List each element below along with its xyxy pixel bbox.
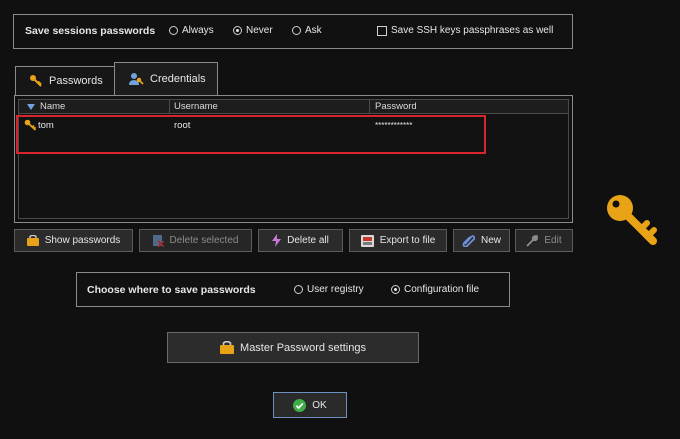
delete-all-button[interactable]: Delete all	[258, 229, 343, 252]
check-circle-icon	[293, 398, 307, 412]
tab-credentials-label: Credentials	[150, 73, 206, 85]
export-to-file-label: Export to file	[379, 235, 436, 246]
radio-ask-circle[interactable]	[292, 26, 301, 35]
delete-selected-icon	[152, 234, 164, 247]
save-sessions-group: Save sessions passwords Always Never Ask…	[13, 14, 573, 49]
radio-always-label: Always	[182, 25, 214, 36]
lock-icon	[26, 235, 39, 246]
key-icon	[29, 74, 43, 88]
show-passwords-button[interactable]: Show passwords	[14, 229, 133, 252]
show-passwords-label: Show passwords	[44, 235, 121, 246]
delete-selected-button[interactable]: Delete selected	[139, 229, 252, 252]
lightning-icon	[272, 234, 282, 247]
save-sessions-label: Save sessions passwords	[25, 25, 156, 37]
selection-highlight-box	[16, 115, 486, 154]
paperclip-icon	[462, 234, 475, 247]
ssh-passphrase-checkbox-label: Save SSH keys passphrases as well	[391, 25, 554, 36]
tab-credentials[interactable]: Credentials	[114, 62, 218, 95]
delete-selected-label: Delete selected	[169, 235, 239, 246]
sort-arrow-icon[interactable]	[27, 104, 35, 110]
master-password-settings-button[interactable]: Master Password settings	[167, 332, 419, 363]
column-divider[interactable]	[169, 100, 170, 114]
tab-passwords-label: Passwords	[49, 75, 103, 87]
ok-label: OK	[312, 399, 327, 411]
master-password-settings-label: Master Password settings	[240, 341, 366, 354]
new-label: New	[480, 235, 501, 246]
ok-button[interactable]: OK	[273, 392, 347, 418]
edit-label: Edit	[544, 235, 562, 246]
radio-user-registry[interactable]: User registry	[294, 284, 364, 295]
lock-icon	[220, 341, 235, 354]
radio-user-registry-label: User registry	[307, 284, 364, 295]
radio-configuration-file-label: Configuration file	[404, 284, 480, 295]
column-header-name[interactable]: Name	[40, 101, 65, 112]
ssh-passphrase-checkbox[interactable]: Save SSH keys passphrases as well	[377, 25, 553, 36]
radio-ask[interactable]: Ask	[292, 25, 322, 36]
where-to-save-group: Choose where to save passwords User regi…	[76, 272, 510, 307]
list-header: Name Username Password	[19, 100, 568, 114]
export-icon	[360, 234, 374, 247]
column-header-password[interactable]: Password	[375, 101, 417, 112]
radio-never-label: Never	[246, 25, 273, 36]
radio-always[interactable]: Always	[169, 25, 214, 36]
radio-never[interactable]: Never	[233, 25, 273, 36]
tab-passwords[interactable]: Passwords	[15, 66, 115, 95]
radio-ask-label: Ask	[305, 25, 322, 36]
delete-all-label: Delete all	[287, 235, 329, 246]
export-to-file-button[interactable]: Export to file	[349, 229, 447, 252]
user-key-icon	[128, 72, 144, 86]
column-header-username[interactable]: Username	[174, 101, 218, 112]
where-to-save-label: Choose where to save passwords	[87, 284, 256, 296]
wrench-icon	[526, 234, 539, 247]
new-button[interactable]: New	[453, 229, 510, 252]
column-divider[interactable]	[369, 100, 370, 114]
radio-never-circle[interactable]	[233, 26, 242, 35]
radio-user-registry-circle[interactable]	[294, 285, 303, 294]
key-icon	[605, 193, 661, 247]
edit-button[interactable]: Edit	[515, 229, 573, 252]
ssh-passphrase-checkbox-box[interactable]	[377, 25, 387, 36]
radio-configuration-file[interactable]: Configuration file	[391, 284, 479, 295]
radio-always-circle[interactable]	[169, 26, 178, 35]
radio-configuration-file-circle[interactable]	[391, 285, 400, 294]
